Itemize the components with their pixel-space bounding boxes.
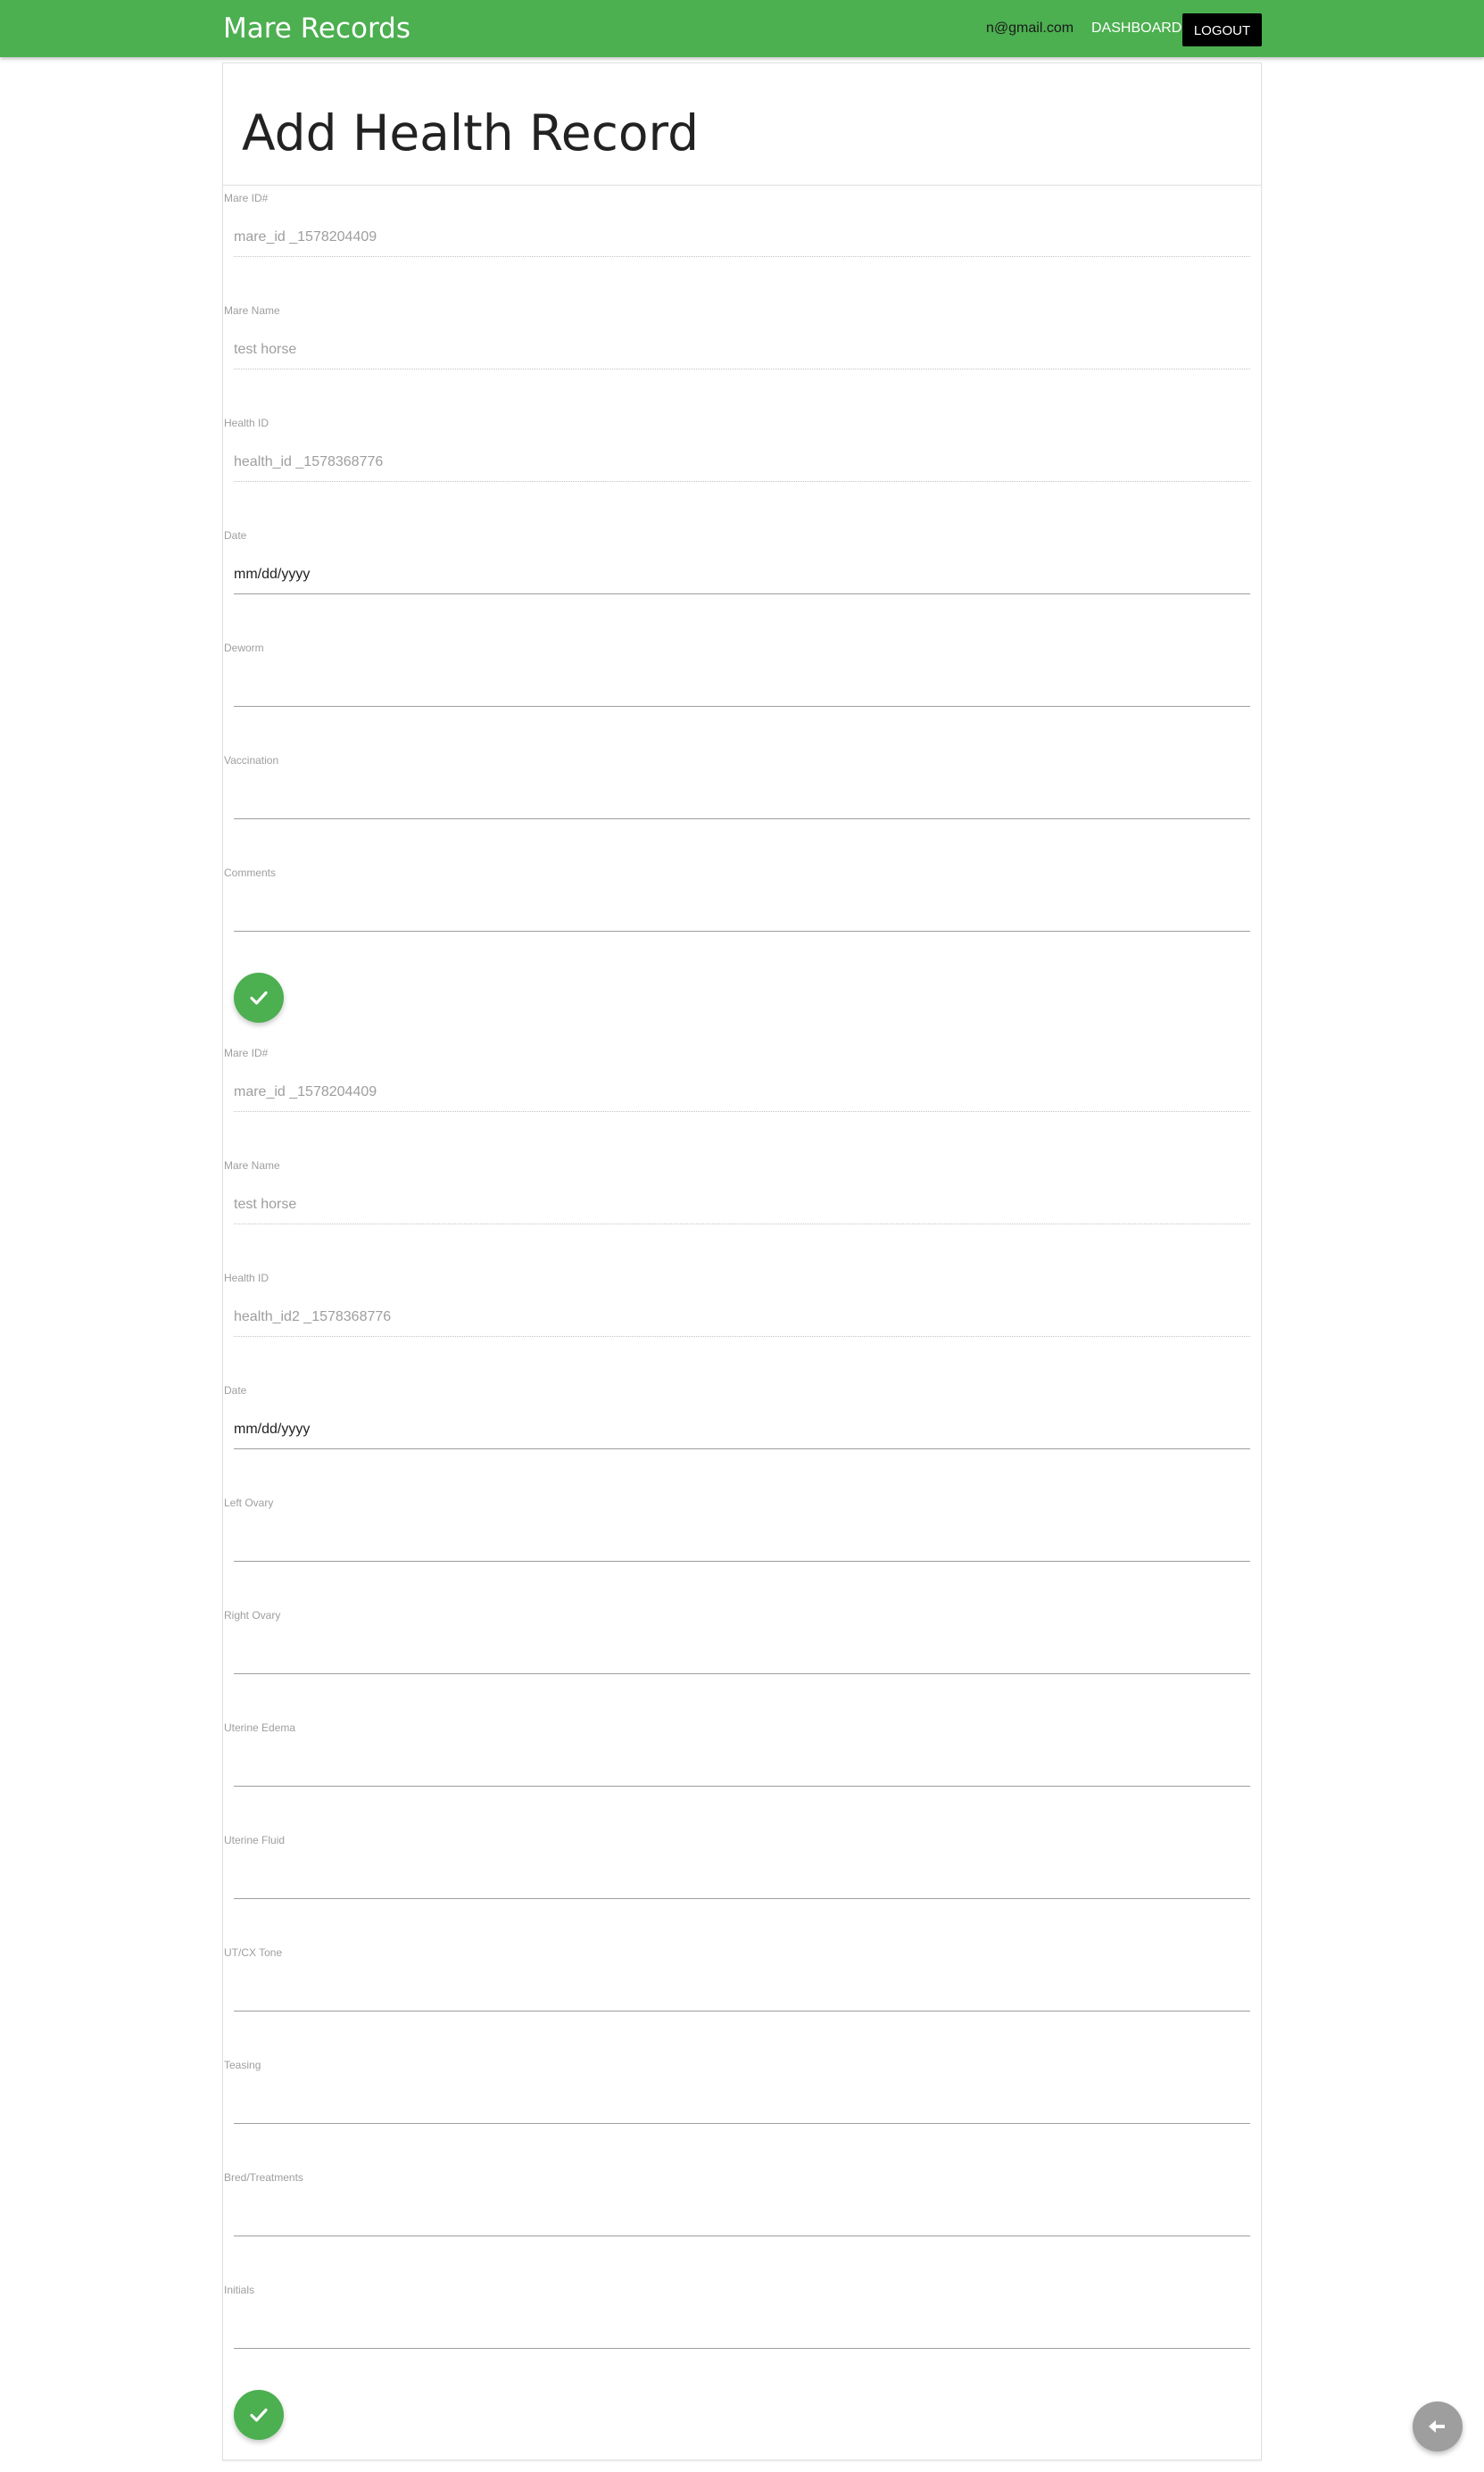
uterine-edema-input[interactable] — [234, 1748, 1250, 1787]
repro-date-field: Date — [223, 1384, 1261, 1497]
back-fab-button[interactable] — [1413, 2401, 1463, 2451]
repro-mare-name-input[interactable] — [234, 1186, 1250, 1224]
ut-cx-tone-field: UT/CX Tone — [223, 1946, 1261, 2059]
check-icon — [250, 991, 268, 1005]
mare-id-input[interactable] — [234, 219, 1250, 257]
repro-health-id-label: Health ID — [224, 1272, 269, 1284]
uterine-fluid-field: Uterine Fluid — [223, 1834, 1261, 1946]
logout-button[interactable]: LOGOUT — [1182, 13, 1262, 46]
brand-logo[interactable]: Mare Records — [223, 12, 410, 45]
left-ovary-input[interactable] — [234, 1523, 1250, 1562]
initials-field: Initials — [223, 2284, 1261, 2396]
repro-health-id-input[interactable] — [234, 1298, 1250, 1337]
comments-input[interactable] — [234, 893, 1250, 932]
right-ovary-field: Right Ovary — [223, 1609, 1261, 1721]
initials-input[interactable] — [234, 2310, 1250, 2349]
left-ovary-field: Left Ovary — [223, 1497, 1261, 1609]
health-id-field: Health ID — [223, 417, 1261, 529]
repro-date-input[interactable] — [234, 1411, 1250, 1449]
date-field: Date — [223, 529, 1261, 642]
initials-label: Initials — [224, 2284, 255, 2296]
repro-mare-id-field: Mare ID# — [223, 1047, 1261, 1159]
uterine-fluid-label: Uterine Fluid — [224, 1834, 286, 1846]
health-submit-button[interactable] — [234, 973, 284, 1023]
right-ovary-label: Right Ovary — [224, 1609, 281, 1622]
repro-date-label: Date — [224, 1384, 247, 1397]
teasing-input[interactable] — [234, 2086, 1250, 2124]
dashboard-link[interactable]: DASHBOARD — [1091, 21, 1181, 37]
repro-mare-name-field: Mare Name — [223, 1159, 1261, 1272]
arrow-left-icon — [1429, 2420, 1445, 2433]
date-label: Date — [224, 529, 247, 542]
uterine-edema-field: Uterine Edema — [223, 1721, 1261, 1834]
left-ovary-label: Left Ovary — [224, 1497, 274, 1509]
add-health-record-card: Add Health Record Mare ID# Mare Name Hea… — [222, 62, 1262, 2460]
comments-field: Comments — [223, 867, 1261, 979]
repro-mare-name-label: Mare Name — [224, 1159, 280, 1172]
top-navbar: Mare Records n@gmail.com DASHBOARD LOGOU… — [0, 0, 1484, 57]
date-input[interactable] — [234, 556, 1250, 594]
bred-treatments-input[interactable] — [234, 2198, 1250, 2236]
ut-cx-tone-input[interactable] — [234, 1973, 1250, 2012]
repro-mare-id-input[interactable] — [234, 1074, 1250, 1112]
mare-id-field: Mare ID# — [223, 192, 1261, 304]
bred-treatments-label: Bred/Treatments — [224, 2171, 303, 2184]
vaccination-field: Vaccination — [223, 754, 1261, 867]
deworm-input[interactable] — [234, 668, 1250, 707]
mare-id-label: Mare ID# — [224, 192, 269, 204]
teasing-field: Teasing — [223, 2059, 1261, 2171]
uterine-fluid-input[interactable] — [234, 1861, 1250, 1899]
repro-health-id-field: Health ID — [223, 1272, 1261, 1384]
title-divider — [223, 185, 1261, 186]
user-email: n@gmail.com — [986, 21, 1074, 36]
comments-label: Comments — [224, 867, 277, 879]
page-title: Add Health Record — [242, 104, 700, 162]
vaccination-input[interactable] — [234, 781, 1250, 819]
deworm-label: Deworm — [224, 642, 264, 654]
mare-name-input[interactable] — [234, 331, 1250, 369]
repro-mare-id-label: Mare ID# — [224, 1047, 269, 1059]
mare-name-field: Mare Name — [223, 304, 1261, 417]
vaccination-label: Vaccination — [224, 754, 279, 767]
uterine-edema-label: Uterine Edema — [224, 1721, 296, 1734]
deworm-field: Deworm — [223, 642, 1261, 754]
teasing-label: Teasing — [224, 2059, 261, 2071]
health-id-label: Health ID — [224, 417, 269, 429]
health-id-input[interactable] — [234, 444, 1250, 482]
bred-treatments-field: Bred/Treatments — [223, 2171, 1261, 2284]
right-ovary-input[interactable] — [234, 1636, 1250, 1674]
mare-name-label: Mare Name — [224, 304, 280, 317]
check-icon — [250, 2408, 268, 2422]
repro-submit-button[interactable] — [234, 2390, 284, 2440]
ut-cx-tone-label: UT/CX Tone — [224, 1946, 283, 1959]
